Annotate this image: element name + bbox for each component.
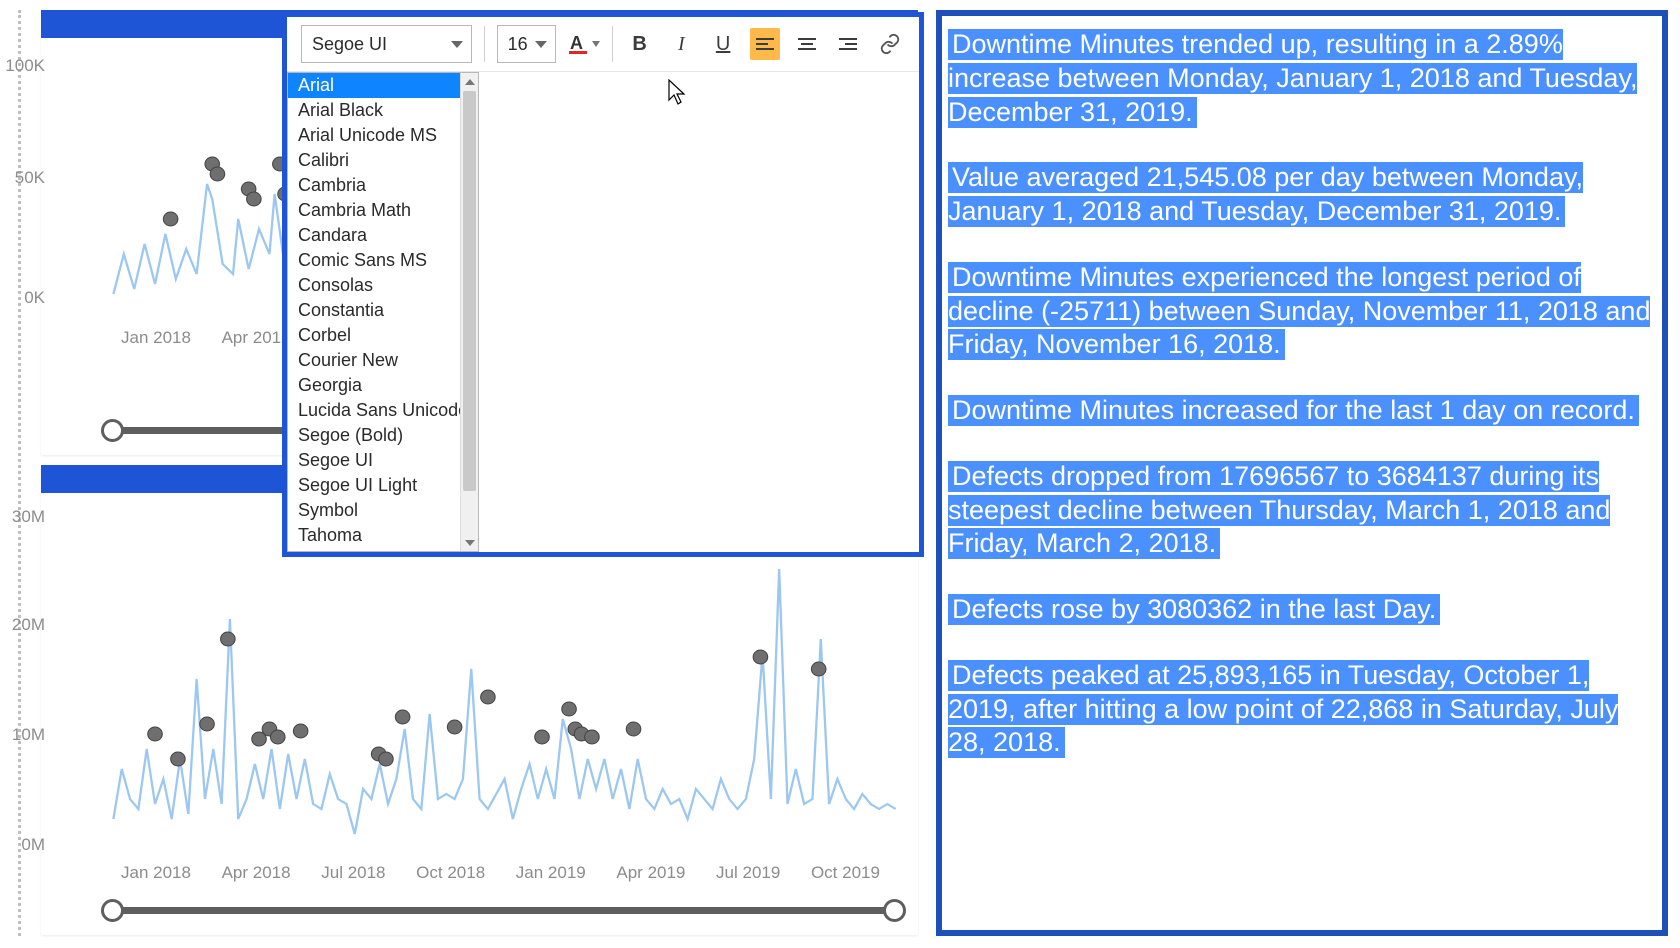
font-option[interactable]: Segoe (Bold) (288, 423, 460, 448)
summary-text[interactable]: Defects rose by 3080362 in the last Day. (948, 594, 1440, 625)
align-center-button[interactable] (792, 28, 822, 60)
font-option[interactable]: Cambria (288, 173, 460, 198)
bold-button[interactable]: B (625, 28, 655, 60)
summary-pane[interactable]: Downtime Minutes trended up, resulting i… (936, 10, 1668, 936)
font-color-button[interactable]: A (568, 28, 600, 60)
format-toolbar: Segoe UI 16 A B I U (287, 17, 919, 72)
summary-text[interactable]: Defects dropped from 17696567 to 3684137… (948, 461, 1610, 560)
font-option[interactable]: Symbol (288, 498, 460, 523)
font-option[interactable]: Lucida Sans Unicode (288, 398, 460, 423)
scroll-thumb[interactable] (463, 91, 476, 491)
font-option[interactable]: Arial Black (288, 98, 460, 123)
font-option[interactable]: Calibri (288, 148, 460, 173)
italic-button[interactable]: I (667, 28, 697, 60)
font-option[interactable]: Times New Roman (288, 548, 460, 551)
scroll-down-icon[interactable] (461, 534, 478, 551)
font-family-dropdown: ArialArial BlackArial Unicode MSCalibriC… (287, 72, 479, 552)
format-toolbar-overlay: Segoe UI 16 A B I U (282, 12, 924, 557)
selection-dotted-edge (18, 10, 27, 936)
font-option[interactable]: Corbel (288, 323, 460, 348)
chevron-down-icon (451, 41, 463, 48)
chevron-down-icon (535, 41, 547, 48)
font-option[interactable]: Constantia (288, 298, 460, 323)
underline-button[interactable]: U (708, 28, 738, 60)
charts-column: 0K 50K 100K (41, 10, 918, 936)
insert-link-button[interactable] (875, 28, 905, 60)
font-option[interactable]: Segoe UI (288, 448, 460, 473)
range-handle-end[interactable] (883, 899, 906, 922)
align-right-button[interactable] (834, 28, 864, 60)
svg-text:A: A (570, 33, 583, 53)
align-left-button[interactable] (750, 28, 780, 60)
font-option[interactable]: Candara (288, 223, 460, 248)
dropdown-scrollbar[interactable] (460, 73, 478, 551)
font-option[interactable]: Arial Unicode MS (288, 123, 460, 148)
font-option[interactable]: Consolas (288, 273, 460, 298)
separator (484, 26, 485, 62)
x-range-slider-bottom[interactable] (41, 893, 918, 933)
font-list[interactable]: ArialArial BlackArial Unicode MSCalibriC… (288, 73, 460, 551)
x-axis-bottom: Jan 2018 Apr 2018 Jul 2018 Oct 2018 Jan … (51, 859, 904, 883)
summary-text[interactable]: Downtime Minutes increased for the last … (948, 395, 1639, 426)
font-option[interactable]: Tahoma (288, 523, 460, 548)
font-family-select[interactable]: Segoe UI (301, 25, 472, 63)
range-handle-start[interactable] (101, 419, 124, 442)
font-size-select[interactable]: 16 (497, 25, 556, 63)
font-option[interactable]: Segoe UI Light (288, 473, 460, 498)
summary-text[interactable]: Defects peaked at 25,893,165 in Tuesday,… (948, 660, 1618, 759)
summary-text[interactable]: Downtime Minutes trended up, resulting i… (948, 29, 1637, 128)
font-option[interactable]: Cambria Math (288, 198, 460, 223)
font-option[interactable]: Georgia (288, 373, 460, 398)
summary-text[interactable]: Downtime Minutes experienced the longest… (948, 262, 1650, 361)
font-option[interactable]: Comic Sans MS (288, 248, 460, 273)
scroll-up-icon[interactable] (461, 73, 478, 90)
summary-text[interactable]: Value averaged 21,545.08 per day between… (948, 162, 1583, 227)
separator (612, 26, 613, 62)
font-option[interactable]: Courier New (288, 348, 460, 373)
font-option[interactable]: Arial (288, 73, 460, 98)
range-handle-start[interactable] (101, 899, 124, 922)
